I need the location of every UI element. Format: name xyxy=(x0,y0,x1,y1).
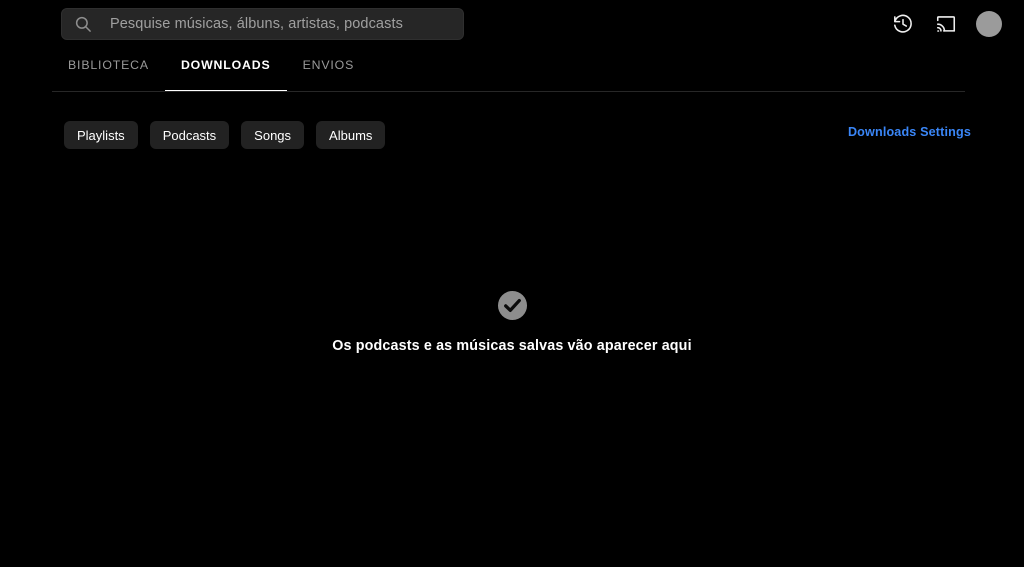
top-bar xyxy=(0,0,1024,48)
filter-row: Playlists Podcasts Songs Albums Download… xyxy=(0,121,1024,149)
tab-bar: BIBLIOTECA DOWNLOADS ENVIOS xyxy=(52,58,370,92)
app-window: BIBLIOTECA DOWNLOADS ENVIOS Playlists Po… xyxy=(0,0,1024,567)
tabs-divider xyxy=(52,91,965,92)
check-circle-icon xyxy=(497,290,528,321)
tab-envios[interactable]: ENVIOS xyxy=(287,58,371,92)
search-input[interactable] xyxy=(110,16,451,32)
empty-state: Os podcasts e as músicas salvas vão apar… xyxy=(0,290,1024,354)
top-actions xyxy=(890,0,1002,48)
downloads-settings-link[interactable]: Downloads Settings xyxy=(848,125,971,139)
cast-icon[interactable] xyxy=(933,11,959,37)
tab-downloads[interactable]: DOWNLOADS xyxy=(164,58,287,92)
filter-chip-songs[interactable]: Songs xyxy=(241,121,305,149)
empty-state-message: Os podcasts e as músicas salvas vão apar… xyxy=(332,338,692,354)
filter-chips: Playlists Podcasts Songs Albums xyxy=(64,121,386,149)
search-icon xyxy=(74,15,92,33)
avatar[interactable] xyxy=(976,11,1002,37)
filter-chip-albums[interactable]: Albums xyxy=(316,121,386,149)
search-box[interactable] xyxy=(61,8,464,40)
filter-chip-podcasts[interactable]: Podcasts xyxy=(149,121,230,149)
history-icon[interactable] xyxy=(890,11,916,37)
tab-biblioteca[interactable]: BIBLIOTECA xyxy=(52,58,165,92)
filter-chip-playlists[interactable]: Playlists xyxy=(64,121,138,149)
